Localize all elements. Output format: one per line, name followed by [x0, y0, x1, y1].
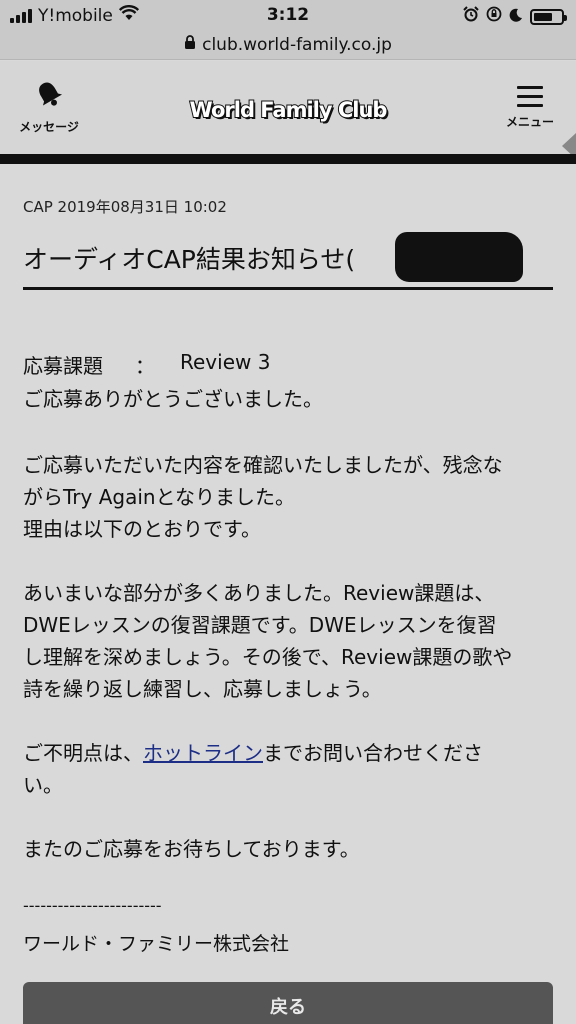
site-logo[interactable]: World Family Club	[184, 92, 392, 128]
result-line-1: ご応募いただいた内容を確認いたしましたが、残念な	[23, 453, 503, 477]
menu-label: メニュー	[505, 115, 554, 129]
signature-divider: ------------------------	[23, 896, 162, 915]
reason-line-4: 詩を繰り返し練習し、応募しましょう。	[23, 677, 382, 701]
contact-text-after: までお問い合わせくださ	[263, 741, 483, 765]
title-underline	[23, 287, 553, 290]
status-bar: Y!mobile 3:12	[0, 0, 576, 30]
reason-line-2: DWEレッスンの復習課題です。DWEレッスンを復習	[23, 613, 497, 637]
header-divider	[0, 154, 576, 164]
address-bar[interactable]: club.world-family.co.jp	[0, 30, 576, 60]
redaction-mark	[395, 232, 523, 282]
reason-line-3: し理解を深めましょう。その後で、Review課題の歌や	[23, 645, 513, 669]
message-button[interactable]: メッセージ	[14, 78, 84, 135]
battery-icon	[530, 8, 567, 25]
orientation-lock-icon	[486, 6, 502, 27]
hamburger-icon	[502, 86, 558, 107]
menu-button[interactable]: メニュー	[502, 86, 558, 130]
task-label: 応募課題	[23, 354, 103, 378]
url-text: club.world-family.co.jp	[202, 34, 392, 55]
notice-date: CAP 2019年08月31日 10:02	[23, 198, 227, 216]
result-line-2: がらTry Againとなりました。	[23, 485, 295, 509]
message-label: メッセージ	[19, 120, 79, 134]
notice-title: オーディオCAP結果お知らせ(	[23, 245, 356, 274]
status-right	[463, 6, 567, 27]
lock-icon	[184, 34, 196, 55]
result-line-3: 理由は以下のとおりです。	[23, 517, 261, 541]
hotline-link[interactable]: ホットライン	[143, 741, 263, 765]
thanks-text: ご応募ありがとうございました。	[23, 387, 323, 411]
reason-line-1: あいまいな部分が多くありました。Review課題は、	[23, 581, 495, 605]
company-signature: ワールド・ファミリー株式会社	[23, 933, 290, 955]
closing-text: またのご応募をお待ちしております。	[23, 837, 360, 861]
alarm-icon	[463, 6, 479, 27]
task-value: Review 3	[180, 350, 271, 374]
logo-text: World Family Club	[189, 97, 389, 123]
back-button[interactable]: 戻る	[23, 982, 553, 1024]
bell-icon	[32, 82, 66, 114]
task-colon: ：	[135, 354, 155, 378]
contact-line-2: い。	[23, 773, 63, 797]
contact-line-1: ご不明点は、ホットラインまでお問い合わせくださ	[23, 737, 483, 766]
contact-text-before: ご不明点は、	[23, 741, 143, 765]
do-not-disturb-icon	[509, 7, 523, 27]
